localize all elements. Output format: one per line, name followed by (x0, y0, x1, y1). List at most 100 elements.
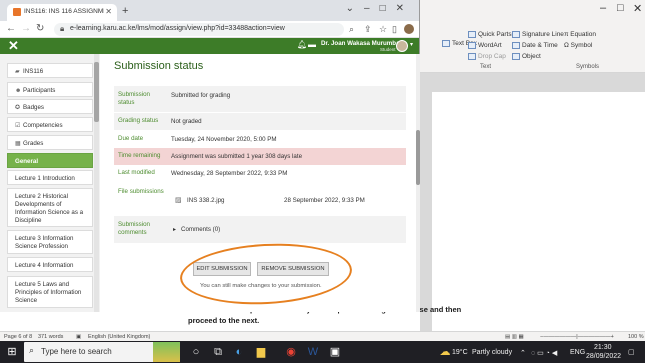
new-tab-icon[interactable]: + (122, 5, 128, 17)
page-scrollbar-thumb[interactable] (416, 130, 420, 185)
sidebar-item-grades[interactable]: ▦ Grades (7, 135, 93, 150)
sidebar-item-label: Lecture 3 Information Science Profession (15, 235, 74, 250)
zoom-slider[interactable]: −——————|——————+ (540, 334, 614, 340)
sidebar-item-label: Lecture 2 Historical Developments of Inf… (15, 193, 84, 224)
calendar-icon (512, 42, 520, 49)
sidebar-item-general[interactable]: General (7, 153, 93, 168)
row-label: Last modified (118, 169, 155, 176)
profile-avatar-icon[interactable] (404, 24, 414, 34)
app-icon[interactable]: ▣ (328, 345, 342, 359)
comments-link[interactable]: Comments (0) (181, 226, 220, 233)
weather-icon[interactable]: ☁ (438, 345, 452, 359)
maximize-icon[interactable]: □ (617, 2, 624, 14)
sidebar-item-badges[interactable]: ✪ Badges (7, 99, 93, 114)
edge-icon[interactable]: ◐ (232, 345, 246, 359)
view-icons[interactable]: ▤ ▥ ▦ (505, 334, 524, 340)
drop-cap-button[interactable]: Drop Cap (468, 53, 506, 60)
signature-icon (512, 31, 520, 38)
sidebar-item-ins116[interactable]: ▰ INS116 (7, 63, 93, 78)
wordart-button[interactable]: WordArt (468, 42, 502, 49)
clock-time[interactable]: 21:30 (594, 344, 612, 351)
file-link[interactable]: INS 338.2.jpg (187, 197, 225, 204)
quick-parts-button[interactable]: Quick Parts (468, 31, 512, 38)
cortana-icon[interactable]: ○ (189, 345, 203, 359)
user-name[interactable]: Dr. Joan Wakasa Murumba (321, 40, 400, 47)
caret-right-icon[interactable]: ▸ (173, 226, 176, 233)
row-value: Tuesday, 24 November 2020, 5:00 PM (171, 136, 277, 143)
language-status[interactable]: English (United Kingdom) (88, 334, 150, 340)
chevron-down-icon[interactable]: ▾ (410, 41, 413, 48)
sidebar-item-lecture-2[interactable]: Lecture 2 Historical Developments of Inf… (7, 188, 93, 227)
window-controls[interactable]: ⌄–□✕ (346, 3, 414, 14)
lock-icon: 🔒︎ (60, 24, 65, 33)
equation-button[interactable]: π Equation (564, 31, 596, 38)
user-avatar[interactable] (396, 40, 408, 52)
close-drawer-icon[interactable]: ✕ (8, 38, 19, 54)
object-button[interactable]: Object (512, 53, 541, 60)
browser-tab[interactable]: INS116: INS 116 ASSIGNMENT O... ✕ (7, 4, 117, 21)
zoom-icon[interactable]: ⌕ (349, 24, 354, 35)
time-remaining-row: Time remaining Assignment was submitted … (114, 148, 406, 165)
symbols-group-label: Symbols (576, 64, 600, 70)
users-icon: ☻ (15, 88, 22, 94)
reload-icon[interactable]: ↻ (36, 23, 44, 34)
page-title: Submission status (114, 60, 204, 72)
search-placeholder: Type here to search (41, 347, 112, 356)
zoom-level[interactable]: 100 % (628, 334, 644, 340)
forward-icon[interactable]: → (21, 23, 31, 34)
text-group-label: Text (480, 64, 492, 70)
grading-status-row: Grading status Not graded (114, 113, 406, 130)
task-view-icon[interactable]: ⧉ (211, 345, 225, 359)
wordart-icon (468, 42, 476, 49)
temperature[interactable]: 19°C (452, 349, 468, 356)
sidebar-scrollbar-thumb[interactable] (94, 62, 99, 122)
share-icon[interactable]: ⇪ (364, 24, 372, 35)
symbol-button[interactable]: Ω Symbol (564, 42, 592, 49)
close-icon[interactable]: ✕ (633, 2, 642, 15)
page-count[interactable]: Page 6 of 8 (4, 334, 32, 340)
address-bar[interactable]: 🔒︎ e-learning.karu.ac.ke/lms/mod/assign/… (54, 23, 344, 36)
word-status-bar: Page 6 of 8 371 words ▣ English (United … (0, 331, 645, 341)
sidebar-item-label: INS116 (23, 68, 44, 75)
file-explorer-icon[interactable]: ▆ (254, 345, 268, 359)
sidebar-item-lecture-4[interactable]: Lecture 4 Information (7, 257, 93, 272)
windows-start-icon[interactable]: ⊞ (5, 345, 19, 359)
clock-date[interactable]: 28/09/2022 (586, 353, 621, 360)
submission-comments-row: Submission comments ▸ Comments (0) (114, 216, 406, 243)
weather-status[interactable]: Partly cloudy (472, 349, 512, 356)
file-submissions-row: File submissions ▨ INS 338.2.jpg 28 Sept… (114, 183, 406, 215)
word-count[interactable]: 371 words (38, 334, 63, 340)
word-ribbon: – □ ✕ Text Box Quick Parts WordArt Drop … (420, 0, 645, 73)
sidebar-item-competencies[interactable]: ☑ Competencies (7, 117, 93, 132)
notifications-bell-icon[interactable]: 🔔︎ (297, 40, 307, 49)
tray-chevron-icon[interactable]: ⌃ (520, 349, 526, 357)
proofing-icon[interactable]: ▣ (76, 334, 81, 340)
taskbar-search[interactable]: ⌕ Type here to search (24, 342, 180, 362)
signature-line-button[interactable]: Signature Line (512, 31, 564, 38)
sidebar-item-lecture-5[interactable]: Lecture 5 Laws and Principles of Informa… (7, 276, 93, 308)
object-icon (512, 53, 520, 60)
minimize-icon[interactable]: – (600, 2, 606, 14)
table-icon: ▦ (15, 141, 21, 147)
row-label: Submission comments (118, 221, 150, 236)
tab-close-icon[interactable]: ✕ (105, 7, 112, 16)
tray-icons[interactable]: ◌ ▭ ◔ ◀ (531, 349, 557, 357)
word-page[interactable] (432, 92, 645, 331)
row-value: Assignment was submitted 1 year 308 days… (171, 153, 303, 160)
file-image-icon: ▨ (175, 197, 182, 204)
chrome-icon[interactable]: ◉ (284, 345, 298, 359)
row-label: Time remaining (118, 152, 161, 159)
sidebar-toggle-icon[interactable]: ▯ (392, 24, 397, 35)
notification-icon[interactable]: ▢ (628, 348, 635, 356)
bookmark-icon[interactable]: ☆ (379, 24, 387, 35)
word-icon[interactable]: W (306, 345, 320, 359)
sidebar-item-lecture-1[interactable]: Lecture 1 Introduction (7, 170, 93, 185)
date-time-button[interactable]: Date & Time (512, 42, 558, 49)
messages-icon[interactable]: ▬ (308, 40, 316, 49)
sidebar-item-lecture-3[interactable]: Lecture 3 Information Science Profession (7, 230, 93, 254)
back-icon[interactable]: ← (6, 23, 16, 34)
tab-strip: INS116: INS 116 ASSIGNMENT O... ✕ + ⌄–□✕ (0, 0, 419, 21)
sidebar-item-label: Badges (23, 104, 44, 111)
sidebar-item-participants[interactable]: ☻ Participants (7, 82, 93, 97)
input-language[interactable]: ENG (570, 349, 585, 356)
